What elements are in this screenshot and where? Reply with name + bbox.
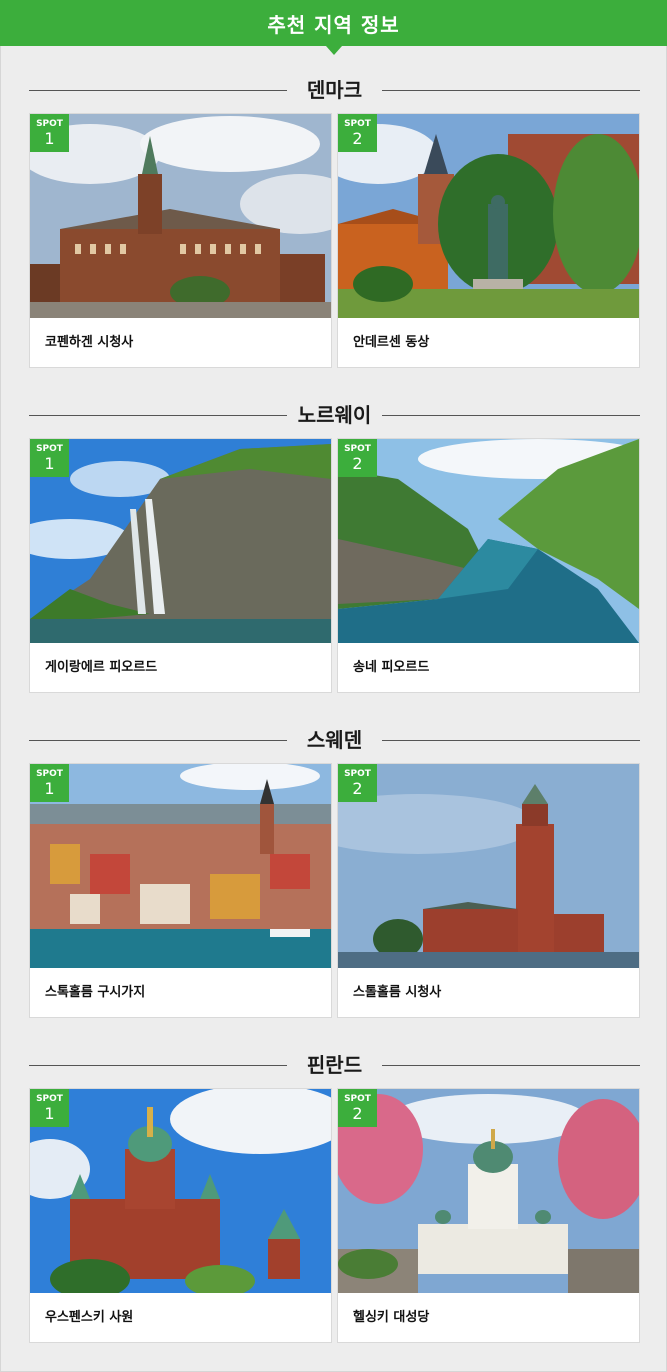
spot-name: 우스펜스키 사원 (45, 1310, 134, 1325)
spot-card-geirangerfjord[interactable]: SPOT 1 게이랑에르 피오르드 (29, 438, 332, 693)
geirangerfjord-photo (30, 439, 331, 643)
spot-badge: SPOT 1 (30, 439, 69, 477)
section-heading: 노르웨이 (29, 400, 640, 430)
copenhagen-city-hall-photo (30, 114, 331, 318)
header-pointer-arrow (326, 46, 342, 55)
spot-badge-number: 2 (352, 454, 363, 473)
spot-badge-number: 1 (44, 779, 55, 798)
spot-card-sognefjord[interactable]: SPOT 2 송네 피오르드 (337, 438, 640, 693)
section-norway: 노르웨이 SPOT 1 게이랑에르 피오르드 SPOT 2 송네 피오르드 (29, 400, 640, 693)
spot-card-andersen-statue[interactable]: SPOT 2 안데르센 동상 (337, 113, 640, 368)
spot-card-stockholm-city-hall[interactable]: SPOT 2 스톨홀름 시청사 (337, 763, 640, 1018)
page-header: 추천 지역 정보 (0, 0, 667, 46)
spot-badge: SPOT 2 (338, 114, 377, 152)
spot-badge-number: 1 (44, 129, 55, 148)
spot-badge: SPOT 1 (30, 764, 69, 802)
spot-name: 스톡홀름 구시가지 (45, 985, 146, 1000)
spot-badge: SPOT 1 (30, 1089, 69, 1127)
spot-name: 안데르센 동상 (353, 335, 430, 350)
stockholm-city-hall-photo (338, 764, 639, 968)
stockholm-old-town-photo (30, 764, 331, 968)
spot-name: 스톨홀름 시청사 (353, 985, 442, 1000)
spot-card-copenhagen-city-hall[interactable]: SPOT 1 코펜하겐 시청사 (29, 113, 332, 368)
spot-name: 송네 피오르드 (353, 660, 430, 675)
section-heading: 스웨덴 (29, 725, 640, 755)
spot-badge-number: 2 (352, 779, 363, 798)
spot-card-helsinki-cathedral[interactable]: SPOT 2 헬싱키 대성당 (337, 1088, 640, 1343)
spot-card-stockholm-old-town[interactable]: SPOT 1 스톡홀름 구시가지 (29, 763, 332, 1018)
divider-line (382, 740, 640, 741)
spot-badge-number: 1 (44, 454, 55, 473)
spot-name: 게이랑에르 피오르드 (45, 660, 158, 675)
spot-card-uspenski-cathedral[interactable]: SPOT 1 우스펜스키 사원 (29, 1088, 332, 1343)
spot-badge-number: 2 (352, 129, 363, 148)
spot-name: 코펜하겐 시청사 (45, 335, 134, 350)
spot-badge-number: 2 (352, 1104, 363, 1123)
spot-badge-number: 1 (44, 1104, 55, 1123)
sognefjord-photo (338, 439, 639, 643)
andersen-statue-photo (338, 114, 639, 318)
spot-badge: SPOT 2 (338, 1089, 377, 1127)
spot-name: 헬싱키 대성당 (353, 1310, 430, 1325)
divider-line (382, 1065, 640, 1066)
divider-line (382, 90, 640, 91)
spot-badge: SPOT 2 (338, 439, 377, 477)
spot-badge: SPOT 2 (338, 764, 377, 802)
spot-badge: SPOT 1 (30, 114, 69, 152)
section-heading: 덴마크 (29, 75, 640, 105)
section-finland: 핀란드 SPOT 1 우스펜스키 사원 SPOT 2 헬싱키 대성당 (29, 1050, 640, 1343)
uspenski-cathedral-photo (30, 1089, 331, 1293)
section-sweden: 스웨덴 SPOT 1 스톡홀름 구시가지 SPOT 2 스톨홀름 시청사 (29, 725, 640, 1018)
page-title: 추천 지역 정보 (267, 12, 400, 37)
helsinki-cathedral-photo (338, 1089, 639, 1293)
section-heading: 핀란드 (29, 1050, 640, 1080)
divider-line (382, 415, 640, 416)
section-denmark: 덴마크 SPOT 1 코펜하겐 시청사 SPOT 2 안데르센 동상 (29, 75, 640, 368)
